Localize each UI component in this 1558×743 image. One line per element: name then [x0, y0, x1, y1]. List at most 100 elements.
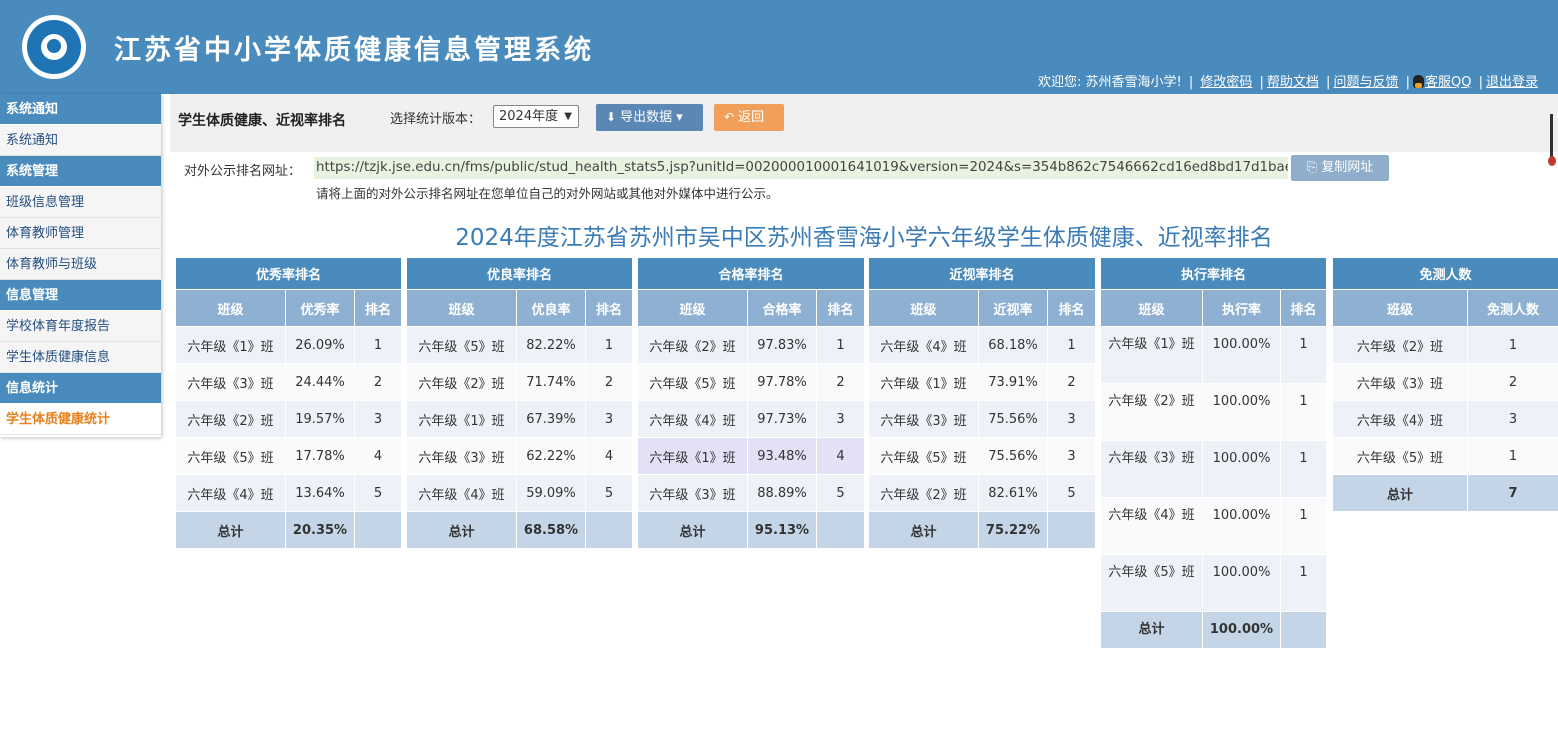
table-row: 六年级《3》班 100.00% 1	[1100, 440, 1328, 498]
public-url-field[interactable]: https://tzjk.jse.edu.cn/fms/public/stud_…	[314, 157, 1288, 179]
table-cell: 62.22%	[516, 437, 586, 475]
version-select-value: 2024年度	[499, 109, 559, 124]
table-cell: 1	[1279, 383, 1328, 441]
sidebar-item[interactable]: 学生体质健康统计	[0, 404, 161, 435]
page-title: 学生体质健康、近视率排名	[178, 113, 346, 129]
table-row: 六年级《1》班 67.39% 3	[406, 400, 634, 438]
table-row: 六年级《3》班 75.56% 3	[868, 400, 1097, 438]
total-cell: 总计	[175, 511, 286, 549]
sidebar-section-heading: 信息统计	[0, 373, 161, 404]
table-row: 六年级《4》班 59.09% 5	[406, 474, 634, 512]
back-button[interactable]: ↶ 返回	[714, 104, 784, 131]
sidebar-item[interactable]: 体育教师管理	[0, 218, 161, 249]
sidebar-item[interactable]: 系统通知	[0, 125, 161, 156]
table-cell: 3	[1046, 437, 1097, 475]
table-cell: 六年级《3》班	[868, 400, 979, 438]
table-row: 六年级《1》班 100.00% 1	[1100, 326, 1328, 384]
column-header: 排名	[1046, 289, 1097, 327]
myopia-rate-table: 近视率排名 班级 近视率 排名 六年级《4》班 68.18% 1 六年级《1》班 73.91% 2…	[867, 257, 1097, 549]
table-cell: 5	[815, 474, 866, 512]
column-header: 执行率	[1202, 289, 1281, 327]
table-cell: 六年级《1》班	[1100, 326, 1203, 384]
logout-link[interactable]: 退出登录	[1486, 75, 1538, 90]
table-cell: 4	[815, 437, 866, 475]
thermometer-icon	[1548, 114, 1556, 170]
table-cell: 1	[584, 326, 634, 364]
table-row: 六年级《2》班 19.57% 3	[175, 400, 403, 438]
version-label: 选择统计版本：	[390, 112, 482, 127]
table-cell: 1	[815, 326, 866, 364]
total-row: 总计 7	[1332, 474, 1558, 512]
public-url-label: 对外公示排名网址：	[184, 164, 302, 179]
total-cell	[353, 511, 403, 549]
help-docs-link[interactable]: 帮助文档	[1267, 75, 1319, 90]
table-cell: 1	[1279, 497, 1328, 555]
column-header: 班级	[175, 289, 286, 327]
table-cell: 2	[1046, 363, 1097, 401]
support-qq-link[interactable]: 客服QQ	[1425, 75, 1471, 90]
table-cell: 59.09%	[516, 474, 586, 512]
table-cell: 75.56%	[978, 437, 1048, 475]
table-cell: 75.56%	[978, 400, 1048, 438]
table-cell: 3	[815, 400, 866, 438]
total-cell: 20.35%	[285, 511, 355, 549]
table-cell: 六年级《2》班	[637, 326, 748, 364]
table-cell: 2	[584, 363, 634, 401]
copy-icon: ⎘	[1306, 160, 1322, 175]
total-row: 总计 75.22%	[868, 511, 1097, 549]
sidebar-item[interactable]: 学生体质健康信息	[0, 342, 161, 373]
total-cell: 总计	[1100, 611, 1203, 649]
table-cell: 2	[353, 363, 403, 401]
table-cell: 六年级《4》班	[1332, 400, 1468, 438]
table-cell: 73.91%	[978, 363, 1048, 401]
table-caption: 优良率排名	[405, 257, 634, 290]
table-row: 六年级《2》班 1	[1332, 326, 1558, 364]
sidebar-item[interactable]: 体育教师与班级	[0, 249, 161, 280]
table-row: 六年级《5》班 97.78% 2	[637, 363, 866, 401]
table-cell: 100.00%	[1202, 440, 1281, 498]
change-password-link[interactable]: 修改密码	[1200, 75, 1252, 90]
total-cell	[1279, 611, 1328, 649]
column-header: 排名	[584, 289, 634, 327]
table-cell: 4	[353, 437, 403, 475]
table-row: 六年级《3》班 62.22% 4	[406, 437, 634, 475]
table-caption: 免测人数	[1331, 257, 1558, 290]
total-row: 总计 100.00%	[1100, 611, 1328, 649]
column-header: 班级	[637, 289, 748, 327]
table-cell: 24.44%	[285, 363, 355, 401]
table-cell: 六年级《3》班	[1100, 440, 1203, 498]
table-cell: 19.57%	[285, 400, 355, 438]
table-row: 六年级《5》班 100.00% 1	[1100, 554, 1328, 612]
table-caption: 近视率排名	[867, 257, 1097, 290]
total-cell: 总计	[1332, 474, 1468, 512]
total-cell: 总计	[637, 511, 748, 549]
table-cell: 1	[353, 326, 403, 364]
sidebar-item[interactable]: 学校体育年度报告	[0, 311, 161, 342]
table-cell: 97.73%	[747, 400, 817, 438]
table-cell: 13.64%	[285, 474, 355, 512]
execution-rate-table: 执行率排名 班级 执行率 排名 六年级《1》班 100.00% 1 六年级《2》班 100.00…	[1099, 257, 1328, 649]
column-header: 排名	[1279, 289, 1328, 327]
table-row: 六年级《1》班 73.91% 2	[868, 363, 1097, 401]
back-label: 返回	[738, 110, 765, 125]
table-cell: 六年级《4》班	[406, 474, 517, 512]
version-select[interactable]: 2024年度 ▼	[493, 105, 579, 128]
table-row: 六年级《1》班 93.48% 4	[637, 437, 866, 475]
total-row: 总计 68.58%	[406, 511, 634, 549]
sidebar-item[interactable]: 班级信息管理	[0, 187, 161, 218]
table-row: 六年级《4》班 13.64% 5	[175, 474, 403, 512]
column-header: 班级	[406, 289, 517, 327]
table-cell: 六年级《3》班	[175, 363, 286, 401]
report-title: 2024年度江苏省苏州市吴中区苏州香雪海小学六年级学生体质健康、近视率排名	[455, 225, 1273, 251]
total-cell: 75.22%	[978, 511, 1048, 549]
copy-url-button[interactable]: ⎘ 复制网址	[1291, 155, 1389, 181]
total-cell: 总计	[406, 511, 517, 549]
total-cell: 总计	[868, 511, 979, 549]
table-cell: 1	[1466, 437, 1558, 475]
export-data-button[interactable]: ⬇ 导出数据 ▾	[596, 104, 703, 131]
feedback-link[interactable]: 问题与反馈	[1333, 75, 1398, 90]
table-cell: 1	[1046, 326, 1097, 364]
table-cell: 六年级《2》班	[1332, 326, 1468, 364]
table-cell: 六年级《3》班	[637, 474, 748, 512]
excellent-rate-table: 优秀率排名 班级 优秀率 排名 六年级《1》班 26.09% 1 六年级《3》班 24.44% 2…	[174, 257, 403, 549]
